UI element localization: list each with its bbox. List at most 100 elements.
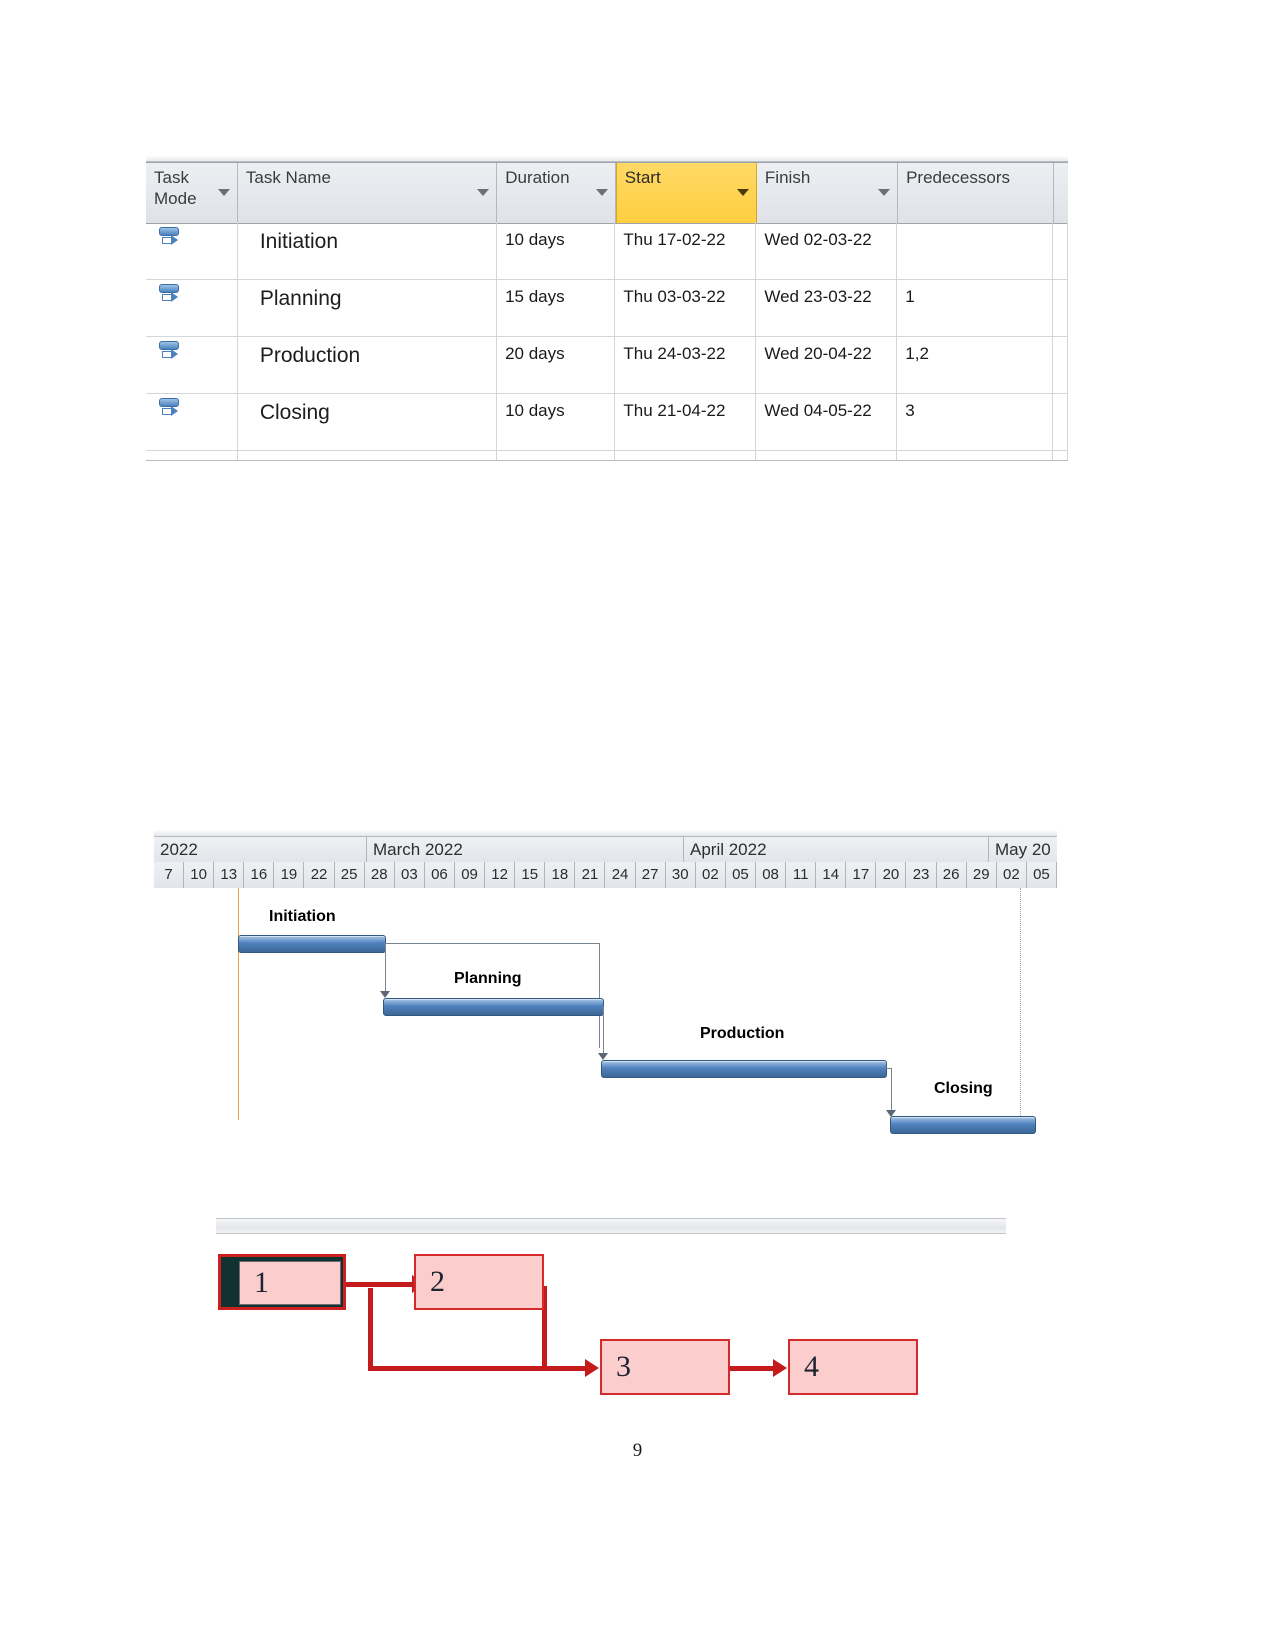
filter-dropdown-icon[interactable] xyxy=(736,189,749,196)
gantt-bar-label: Production xyxy=(700,1025,785,1042)
column-header-task-mode[interactable]: Task Mode xyxy=(146,163,238,223)
cell-start[interactable]: Thu 24-03-22 xyxy=(615,336,757,393)
timeline-day-row: 7 10 13 16 19 22 25 28 03 06 09 12 15 18 21 24 27 30 02 05 0… xyxy=(154,862,1057,889)
cell-duration[interactable]: 15 days xyxy=(497,279,616,336)
filter-dropdown-icon[interactable] xyxy=(217,189,230,196)
filter-dropdown-icon[interactable] xyxy=(477,189,490,196)
timeline-day-tick: 15 xyxy=(515,862,546,888)
timeline-day-tick: 24 xyxy=(606,862,636,888)
timeline-day-tick: 13 xyxy=(214,862,245,888)
dependency-link xyxy=(603,1006,604,1056)
column-header-label: Duration xyxy=(505,168,570,187)
manually-scheduled-icon xyxy=(158,397,180,419)
gantt-bar-closing[interactable] xyxy=(890,1116,1036,1134)
timeline-month-row: 2022 March 2022 April 2022 May 20 xyxy=(154,837,1057,863)
cell-task-name[interactable]: Initiation xyxy=(238,222,498,279)
cell-next-partial[interactable] xyxy=(1053,393,1068,450)
network-node-label: 2 xyxy=(430,1265,445,1298)
table-row[interactable]: Initiation 10 days Thu 17-02-22 Wed 02-0… xyxy=(146,222,1068,280)
cell-duration[interactable]: 20 days xyxy=(497,336,616,393)
page-number: 9 xyxy=(632,1440,643,1461)
column-header-label: Finish xyxy=(764,168,811,187)
timeline-day-tick: 10 xyxy=(184,862,215,888)
cell-finish[interactable]: Wed 23-03-22 xyxy=(756,279,898,336)
timeline-day-tick: 27 xyxy=(636,862,666,888)
cell-task-mode[interactable] xyxy=(146,222,238,279)
timeline-day-tick: 02 xyxy=(696,862,726,888)
timeline-day-tick: 02 xyxy=(997,862,1027,888)
network-node-2[interactable]: 2 xyxy=(414,1254,544,1310)
cell-finish[interactable]: Wed 20-04-22 xyxy=(756,336,898,393)
table-row[interactable]: Production 20 days Thu 24-03-22 Wed 20-0… xyxy=(146,336,1068,394)
gantt-bar-initiation[interactable] xyxy=(238,935,386,953)
cell-predecessors[interactable] xyxy=(897,222,1053,279)
column-header-duration[interactable]: Duration xyxy=(497,163,616,223)
cell-predecessors[interactable]: 3 xyxy=(897,393,1053,450)
filter-dropdown-icon[interactable] xyxy=(878,189,891,196)
gantt-bar-production[interactable] xyxy=(601,1060,887,1078)
timeline-month: March 2022 xyxy=(367,837,684,862)
cell-predecessors[interactable]: 1,2 xyxy=(897,336,1053,393)
network-edge-1-2 xyxy=(344,1282,418,1287)
dependency-arrow-icon xyxy=(598,1053,608,1060)
cell-start[interactable]: Thu 03-03-22 xyxy=(615,279,757,336)
timeline-day-tick: 12 xyxy=(485,862,516,888)
cell-next-partial[interactable] xyxy=(1053,336,1068,393)
timeline-day-tick: 20 xyxy=(876,862,907,888)
network-diagram-scrollbar[interactable] xyxy=(216,1218,1006,1234)
timeline-day-tick: 16 xyxy=(244,862,275,888)
table-row[interactable]: Closing 10 days Thu 21-04-22 Wed 04-05-2… xyxy=(146,393,1068,451)
column-header-finish[interactable]: Finish xyxy=(756,163,899,223)
gantt-bar-label: Initiation xyxy=(269,908,336,925)
network-node-1[interactable]: 1 xyxy=(218,1254,346,1310)
timeline-day-tick: 17 xyxy=(846,862,877,888)
gantt-canvas[interactable]: Initiation Planning Production Closing xyxy=(154,888,1057,1134)
cell-task-mode[interactable] xyxy=(146,279,238,336)
timeline-day-tick: 26 xyxy=(937,862,967,888)
column-header-task-name[interactable]: Task Name xyxy=(237,163,498,223)
cell-task-mode[interactable] xyxy=(146,393,238,450)
cell-finish[interactable]: Wed 02-03-22 xyxy=(756,222,898,279)
cell-duration[interactable]: 10 days xyxy=(497,393,616,450)
timeline-day-tick: 25 xyxy=(335,862,365,888)
cell-next-partial[interactable] xyxy=(1053,279,1068,336)
project-finish-line xyxy=(1020,888,1021,1120)
column-header-predecessors[interactable]: Predecessors xyxy=(898,163,1054,223)
column-header-start[interactable]: Start xyxy=(615,163,757,223)
cell-finish[interactable]: Wed 04-05-22 xyxy=(756,393,898,450)
network-edge-arrow-icon xyxy=(585,1359,599,1377)
network-node-3[interactable]: 3 xyxy=(600,1339,730,1395)
cell-task-name[interactable]: Closing xyxy=(238,393,498,450)
cell-task-name[interactable]: Planning xyxy=(238,279,498,336)
network-node-4[interactable]: 4 xyxy=(788,1339,918,1395)
dependency-link xyxy=(385,943,600,944)
column-header-label: Task Name xyxy=(245,168,331,187)
sheet-bottom-line xyxy=(146,460,1068,461)
filter-dropdown-icon[interactable] xyxy=(595,189,608,196)
gantt-top-rule xyxy=(154,830,1057,837)
gantt-bar-planning[interactable] xyxy=(383,998,604,1016)
timeline-day-tick: 29 xyxy=(967,862,997,888)
timeline-day-tick: 23 xyxy=(907,862,937,888)
timeline-day-tick: 28 xyxy=(365,862,395,888)
task-sheet[interactable]: Task Mode Task Name Duration Start Finis… xyxy=(146,156,1069,461)
status-date-line xyxy=(238,888,239,1120)
timeline-day-tick: 05 xyxy=(726,862,756,888)
network-diagram[interactable]: 1 2 3 4 xyxy=(216,1218,1006,1395)
cell-task-name[interactable]: Production xyxy=(238,336,498,393)
column-header-label: Start xyxy=(624,168,661,187)
timeline-month: April 2022 xyxy=(684,837,989,862)
gantt-chart[interactable]: 2022 March 2022 April 2022 May 20 7 10 13 1… xyxy=(154,830,1057,1134)
timeline-day-tick: 19 xyxy=(274,862,305,888)
cell-start[interactable]: Thu 17-02-22 xyxy=(615,222,757,279)
timeline-day-tick: 09 xyxy=(455,862,486,888)
cell-duration[interactable]: 10 days xyxy=(497,222,616,279)
cell-next-partial[interactable] xyxy=(1053,222,1068,279)
cell-task-mode[interactable] xyxy=(146,336,238,393)
cell-start[interactable]: Thu 21-04-22 xyxy=(615,393,757,450)
cell-predecessors[interactable]: 1 xyxy=(897,279,1053,336)
gantt-bar-label: Closing xyxy=(934,1080,993,1097)
column-header-next-partial[interactable] xyxy=(1054,163,1068,223)
table-row[interactable]: Planning 15 days Thu 03-03-22 Wed 23-03-… xyxy=(146,279,1068,337)
timeline-day-tick: 14 xyxy=(816,862,847,888)
